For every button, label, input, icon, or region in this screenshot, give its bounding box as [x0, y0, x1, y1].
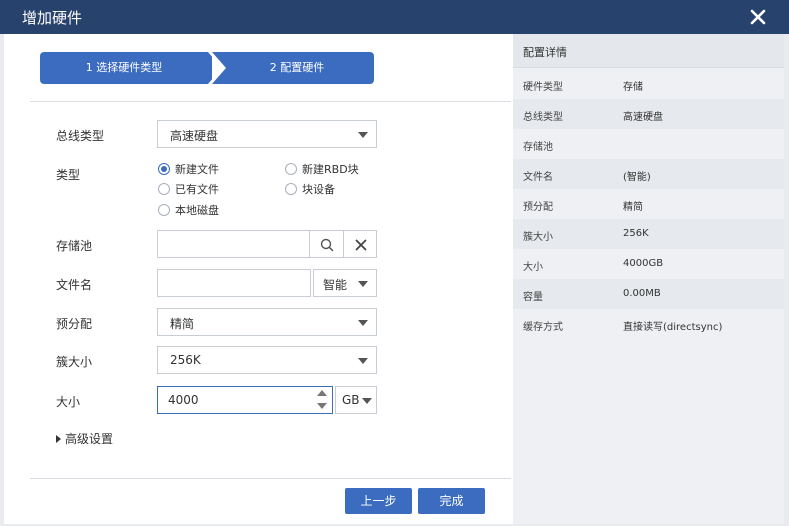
size-unit-value: GB: [342, 393, 360, 407]
detail-value: 0.00MB: [623, 288, 661, 299]
detail-key: 总线类型: [523, 112, 563, 123]
cluster-size-select[interactable]: 256K: [157, 346, 377, 374]
detail-key: 文件名: [523, 172, 553, 183]
detail-key: 容量: [523, 292, 543, 303]
details-header: 配置详情: [513, 34, 784, 68]
radio-icon: [285, 163, 297, 175]
dialog-title: 增加硬件: [22, 9, 83, 27]
advanced-settings-toggle[interactable]: 高级设置: [56, 430, 113, 447]
form-panel: 1 选择硬件类型 2 配置硬件 总线类型 高速硬盘 类型 新建文件 新建RBD块…: [4, 34, 511, 524]
wizard-stepper: 1 选择硬件类型 2 配置硬件: [40, 52, 374, 84]
storage-pool-input[interactable]: [157, 230, 310, 258]
chevron-down-icon: [358, 320, 368, 326]
detail-row: 缓存方式 直接读写(directsync): [513, 309, 784, 339]
radio-icon: [158, 204, 170, 216]
radio-new-rbd[interactable]: 新建RBD块: [285, 161, 359, 177]
radio-block-device[interactable]: 块设备: [285, 181, 335, 197]
detail-value: 存储: [623, 82, 643, 93]
details-title: 配置详情: [523, 46, 567, 59]
detail-key: 簇大小: [523, 232, 553, 243]
radio-icon: [158, 183, 170, 195]
file-name-mode-select[interactable]: 智能: [313, 269, 377, 297]
detail-row: 存储池: [513, 129, 784, 159]
detail-value: 高速硬盘: [623, 112, 663, 123]
type-label: 类型: [56, 168, 81, 182]
detail-row: 预分配 精简: [513, 189, 784, 219]
storage-pool-search-button[interactable]: [309, 230, 344, 258]
detail-row: 文件名 (智能): [513, 159, 784, 189]
chevron-right-icon: [56, 435, 61, 443]
detail-row: 硬件类型 存储: [513, 69, 784, 99]
search-icon: [320, 238, 334, 252]
advanced-settings-label: 高级设置: [65, 432, 114, 446]
detail-value: 直接读写(directsync): [623, 322, 723, 333]
increment-icon[interactable]: [317, 390, 327, 396]
radio-local-disk[interactable]: 本地磁盘: [158, 202, 219, 218]
file-name-label: 文件名: [56, 278, 93, 292]
radio-icon: [285, 183, 297, 195]
config-details-panel: 配置详情 硬件类型 存储 总线类型 高速硬盘 存储池 文件名 (智能) 预分配 …: [513, 34, 784, 524]
radio-existing-file[interactable]: 已有文件: [158, 181, 219, 197]
bus-type-value: 高速硬盘: [170, 129, 219, 143]
top-divider: [30, 101, 511, 102]
finish-button[interactable]: 完成: [418, 488, 485, 514]
bottom-divider: [30, 478, 511, 479]
prealloc-value: 精简: [170, 317, 195, 331]
detail-key: 大小: [523, 262, 543, 273]
size-label: 大小: [56, 395, 81, 409]
detail-value: 精简: [623, 202, 643, 213]
detail-key: 缓存方式: [523, 322, 563, 333]
bus-type-label: 总线类型: [56, 129, 105, 143]
detail-row: 大小 4000GB: [513, 249, 784, 279]
bus-type-select[interactable]: 高速硬盘: [157, 120, 377, 148]
detail-key: 硬件类型: [523, 82, 563, 93]
detail-row: 簇大小 256K: [513, 219, 784, 249]
close-icon: [355, 239, 367, 251]
prealloc-label: 预分配: [56, 317, 93, 331]
chevron-down-icon: [358, 132, 368, 138]
dialog-titlebar: 增加硬件: [0, 0, 789, 34]
detail-key: 预分配: [523, 202, 553, 213]
step1-label: 1 选择硬件类型: [85, 61, 163, 74]
radio-new-file[interactable]: 新建文件: [158, 161, 219, 177]
size-input[interactable]: [157, 386, 333, 414]
prealloc-select[interactable]: 精简: [157, 308, 377, 336]
chevron-down-icon: [358, 281, 368, 287]
chevron-down-icon: [358, 358, 368, 364]
storage-pool-label: 存储池: [56, 239, 93, 253]
decrement-icon[interactable]: [317, 403, 327, 409]
detail-row: 总线类型 高速硬盘: [513, 99, 784, 129]
radio-new-file-label: 新建文件: [175, 163, 219, 176]
detail-value: (智能): [623, 172, 651, 183]
cluster-size-label: 簇大小: [56, 355, 93, 369]
step2-label: 2 配置硬件: [269, 61, 325, 74]
radio-existing-file-label: 已有文件: [175, 183, 219, 196]
radio-new-rbd-label: 新建RBD块: [302, 163, 359, 176]
prev-button[interactable]: 上一步: [345, 488, 412, 514]
step-notch: [212, 52, 226, 84]
add-hardware-dialog: 1 选择硬件类型 2 配置硬件 总线类型 高速硬盘 类型 新建文件 新建RBD块…: [4, 34, 784, 524]
file-name-mode-value: 智能: [323, 278, 348, 292]
close-icon[interactable]: [749, 8, 767, 26]
detail-key: 存储池: [523, 142, 553, 153]
storage-pool-clear-button[interactable]: [343, 230, 377, 258]
step-configure-hardware[interactable]: 2 配置硬件: [212, 52, 374, 84]
detail-value: 256K: [623, 228, 649, 239]
radio-selected-icon: [158, 163, 170, 175]
radio-block-device-label: 块设备: [302, 183, 335, 196]
size-stepper[interactable]: [312, 386, 332, 414]
step-select-hardware-type[interactable]: 1 选择硬件类型: [40, 52, 222, 84]
radio-local-disk-label: 本地磁盘: [175, 204, 219, 217]
chevron-down-icon: [362, 398, 372, 404]
file-name-input[interactable]: [157, 269, 311, 297]
detail-row: 容量 0.00MB: [513, 279, 784, 309]
size-unit-select[interactable]: GB: [335, 386, 377, 414]
cluster-size-value: 256K: [170, 353, 201, 367]
detail-value: 4000GB: [623, 258, 664, 269]
